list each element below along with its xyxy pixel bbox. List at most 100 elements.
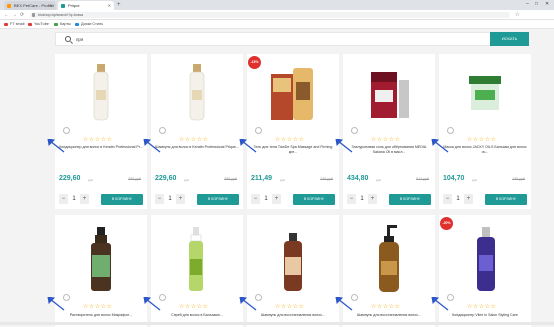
discount-badge: -15% xyxy=(248,56,261,69)
zoom-icon[interactable] xyxy=(351,127,358,134)
product-name[interactable]: Шампунь для восстановления волос... xyxy=(347,313,431,318)
zoom-icon[interactable] xyxy=(255,127,262,134)
add-to-cart-button[interactable]: В КОРЗИНУ xyxy=(101,194,143,205)
tub-icon xyxy=(469,76,501,110)
quantity-stepper: − 1 + xyxy=(251,194,281,204)
rating-stars: ☆☆☆☆☆ xyxy=(179,137,209,143)
product-card[interactable]: -20% ☆☆☆☆☆ Кондиционер Vitex in Salon St… xyxy=(439,215,531,327)
product-card[interactable]: ☆☆☆☆☆ Гиалуроновая соль для обёртывания … xyxy=(343,54,435,209)
bookmark-item[interactable]: FT small xyxy=(4,20,25,29)
decrease-button[interactable]: − xyxy=(155,194,164,204)
product-card[interactable]: -15% ☆☆☆☆☆ Гель для тела TianDe Spa Mass… xyxy=(247,54,339,209)
forward-icon[interactable]: → xyxy=(12,11,17,19)
increase-button[interactable]: + xyxy=(464,194,473,204)
bookmark-label: YouTube xyxy=(34,22,49,26)
increase-button[interactable]: + xyxy=(272,194,281,204)
bookmark-item[interactable]: Карты xyxy=(54,20,71,29)
price-unit: руб xyxy=(184,178,189,182)
brown-bottle-icon xyxy=(284,233,302,291)
reload-icon[interactable]: ⟳ xyxy=(20,11,24,19)
url-field[interactable]: bioshop.by/search/?q=krasa xyxy=(30,12,510,18)
bookmark-icon xyxy=(4,23,8,26)
product-card[interactable]: ☆☆☆☆☆ Кондиционер для волос в Keratin Pr… xyxy=(55,54,147,209)
browser-tab-strip: BEX PetCare - Profilet ✕ Prique ✕ + – □ … xyxy=(0,0,554,10)
back-icon[interactable]: ← xyxy=(4,11,9,19)
annotation-arrow-icon xyxy=(143,139,161,153)
search-button[interactable]: ИСКАТЬ xyxy=(490,32,529,46)
annotation-arrow-icon xyxy=(239,139,257,153)
product-price: 229,60 xyxy=(59,175,81,182)
tab-close-icon[interactable]: ✕ xyxy=(50,1,53,10)
decrease-button[interactable]: − xyxy=(443,194,452,204)
product-name[interactable]: Кондиционер Vitex in Salon Styling Care xyxy=(443,313,527,318)
quantity-value[interactable]: 1 xyxy=(70,194,78,204)
product-name[interactable]: Шампунь для восстановления волос... xyxy=(251,313,335,318)
product-card[interactable]: ☆☆☆☆☆ Шампунь для волос в Keratin Profes… xyxy=(151,54,243,209)
zoom-icon[interactable] xyxy=(447,127,454,134)
browser-tab-2[interactable]: Prique ✕ xyxy=(58,1,114,10)
zoom-icon[interactable] xyxy=(63,127,70,134)
decrease-button[interactable]: − xyxy=(59,194,68,204)
product-card[interactable]: ☆☆☆☆☆ Шампунь для восстановления волос..… xyxy=(343,215,435,327)
annotation-arrow-icon xyxy=(47,139,65,153)
increase-button[interactable]: + xyxy=(368,194,377,204)
maximize-icon[interactable]: □ xyxy=(535,0,538,9)
product-price: 229,60 xyxy=(155,175,177,182)
product-name[interactable]: Кондиционер для волос в Keratin Professi… xyxy=(59,145,143,150)
add-to-cart-button[interactable]: В КОРЗИНУ xyxy=(485,194,527,205)
product-name[interactable]: Маска для волос JACKY OILS Бальзам для в… xyxy=(443,145,527,154)
product-name[interactable]: Растворитель для волос Микрафон... xyxy=(59,313,143,318)
tab-close-icon[interactable]: ✕ xyxy=(108,1,111,10)
site-search-bar: ИСКАТЬ xyxy=(55,32,529,46)
new-tab-button[interactable]: + xyxy=(117,1,121,9)
search-input[interactable] xyxy=(76,34,376,44)
zoom-icon[interactable] xyxy=(159,127,166,134)
rating-stars: ☆☆☆☆☆ xyxy=(275,137,305,143)
quantity-value[interactable]: 1 xyxy=(166,194,174,204)
decrease-button[interactable]: − xyxy=(347,194,356,204)
rating-stars: ☆☆☆☆☆ xyxy=(371,137,401,143)
product-card[interactable]: ☆☆☆☆☆ Спрей для волос в Бальзамо... xyxy=(151,215,243,327)
bookmark-star-icon[interactable]: ☆ xyxy=(515,11,520,19)
bookmark-label: Карты xyxy=(60,22,71,26)
add-to-cart-button[interactable]: В КОРЗИНУ xyxy=(197,194,239,205)
add-to-cart-button[interactable]: В КОРЗИНУ xyxy=(293,194,335,205)
product-card[interactable]: ☆☆☆☆☆ Шампунь для восстановления волос..… xyxy=(247,215,339,327)
product-name[interactable]: Спрей для волос в Бальзамо... xyxy=(155,313,239,318)
old-price: 289 руб xyxy=(128,177,141,181)
url-text: bioshop.by/search/?q=krasa xyxy=(38,13,84,17)
white-bottle-icon xyxy=(93,64,109,121)
bookmark-item[interactable]: YouTube xyxy=(28,20,49,29)
close-window-icon[interactable]: ✕ xyxy=(545,0,549,9)
maps-icon xyxy=(54,23,58,26)
quantity-value[interactable]: 1 xyxy=(454,194,462,204)
annotation-arrow-icon xyxy=(239,297,257,311)
minimize-icon[interactable]: – xyxy=(526,0,529,9)
browser-tab-1[interactable]: BEX PetCare - Profilet ✕ xyxy=(4,1,56,10)
bookmark-item[interactable]: Диски Стиль xyxy=(75,20,103,29)
jar-icon xyxy=(371,72,409,118)
increase-button[interactable]: + xyxy=(176,194,185,204)
add-to-cart-button[interactable]: В КОРЗИНУ xyxy=(389,194,431,205)
quantity-value[interactable]: 1 xyxy=(262,194,270,204)
quantity-stepper: − 1 + xyxy=(443,194,473,204)
rating-stars: ☆☆☆☆☆ xyxy=(467,137,497,143)
price-unit: руб xyxy=(280,178,285,182)
quantity-value[interactable]: 1 xyxy=(358,194,366,204)
product-card[interactable]: ☆☆☆☆☆ Растворитель для волос Микрафон... xyxy=(55,215,147,327)
product-name[interactable]: Шампунь для волос в Keratin Professional… xyxy=(155,145,239,150)
increase-button[interactable]: + xyxy=(80,194,89,204)
white-bottle-icon xyxy=(189,64,205,121)
tab-favicon-icon xyxy=(7,4,11,8)
quantity-stepper: − 1 + xyxy=(59,194,89,204)
product-price: 211,49 xyxy=(251,175,273,182)
annotation-arrow-icon xyxy=(431,297,449,311)
decrease-button[interactable]: − xyxy=(251,194,260,204)
pump-bottle-icon xyxy=(379,225,399,292)
product-name[interactable]: Гиалуроновая соль для обёртывания MEDIA … xyxy=(347,145,431,154)
product-card[interactable]: ☆☆☆☆☆ Маска для волос JACKY OILS Бальзам… xyxy=(439,54,531,209)
annotation-arrow-icon xyxy=(431,139,449,153)
rating-stars: ☆☆☆☆☆ xyxy=(83,304,113,310)
product-name[interactable]: Гель для тела TianDe Spa Massage and Fir… xyxy=(251,145,335,154)
price-unit: руб xyxy=(472,178,477,182)
